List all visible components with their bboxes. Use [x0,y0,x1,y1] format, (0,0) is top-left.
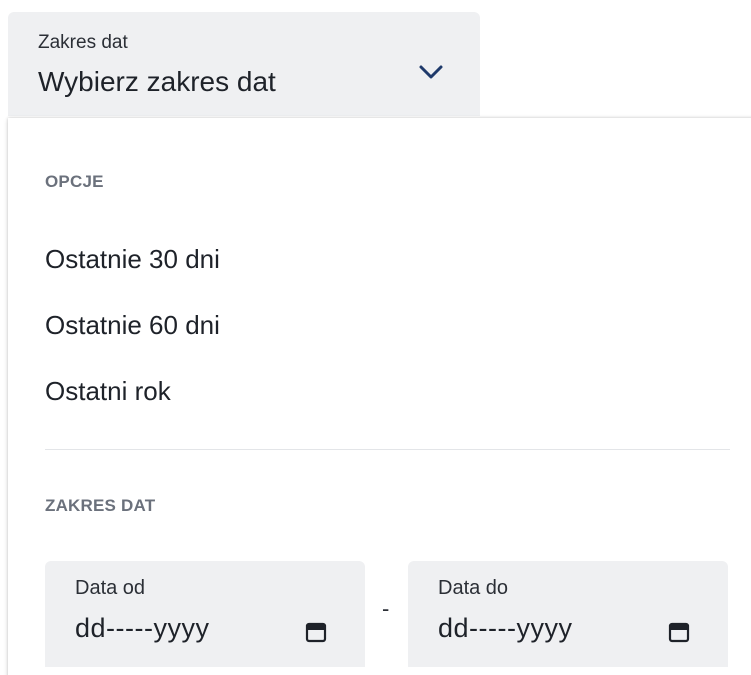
date-from-field[interactable]: Data od dd-----yyyy [45,561,365,667]
date-range-heading: ZAKRES DAT [45,496,156,515]
option-last-year[interactable]: Ostatni rok [45,376,171,407]
date-range-select[interactable]: Zakres dat Wybierz zakres dat [8,12,480,116]
option-last-30-days[interactable]: Ostatnie 30 dni [45,244,220,275]
date-to-input[interactable]: dd-----yyyy [438,613,573,644]
date-range-select-label: Zakres dat [38,32,128,53]
options-heading: OPCJE [45,172,104,191]
date-from-input[interactable]: dd-----yyyy [75,613,210,644]
date-separator: - [382,596,390,621]
date-range-dropdown: OPCJE Ostatnie 30 dni Ostatnie 60 dni Os… [8,118,751,675]
option-last-60-days[interactable]: Ostatnie 60 dni [45,310,220,341]
page: Zakres dat Wybierz zakres dat OPCJE Osta… [0,0,751,675]
date-to-label: Data do [438,577,509,599]
calendar-icon[interactable] [305,621,327,643]
date-from-label: Data od [75,577,146,599]
date-to-field[interactable]: Data do dd-----yyyy [408,561,728,667]
divider [45,449,730,450]
date-range-select-value: Wybierz zakres dat [38,66,276,97]
calendar-icon[interactable] [668,621,690,643]
chevron-down-icon[interactable] [418,62,444,82]
